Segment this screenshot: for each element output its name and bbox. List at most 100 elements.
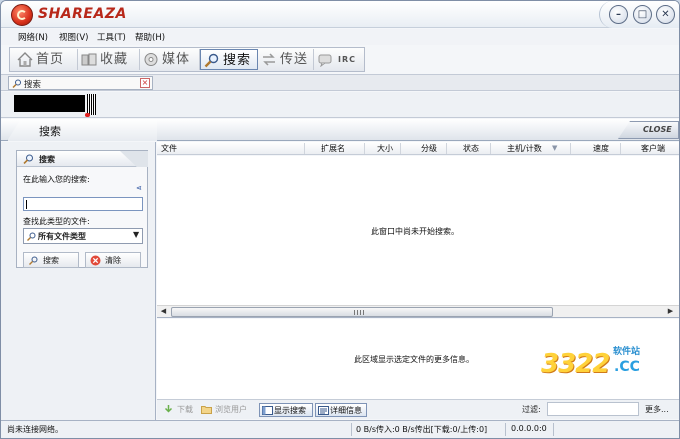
more-filters-button[interactable]: 更多... xyxy=(645,404,669,415)
network-status: 尚未连接网络。 xyxy=(7,425,63,434)
search-form-header-notch xyxy=(120,151,148,167)
ip-address: 0.0.0.0:0 xyxy=(511,424,547,433)
search-icon xyxy=(12,79,21,88)
column-client[interactable]: 客户端 xyxy=(621,143,679,154)
search-window-tab-label: 搜索 xyxy=(24,80,42,90)
status-bar: 尚未连接网络。 0 B/s传入:0 B/s传出[下载:0/上传:0] 0.0.0… xyxy=(1,420,679,438)
column-hosts[interactable]: 主机/计数 xyxy=(491,143,571,154)
query-label: 在此输入您的搜索: xyxy=(23,175,90,184)
media-display[interactable] xyxy=(14,95,85,112)
column-file[interactable]: 文件 xyxy=(157,143,305,154)
search-form-header: 搜索 xyxy=(17,151,148,167)
page-title: 搜索 xyxy=(39,125,61,138)
watermark-logo: 3322 软件站 .CC xyxy=(541,343,671,387)
tab-home-label: 首页 xyxy=(36,52,65,67)
column-extension[interactable]: 扩展名 xyxy=(305,143,365,154)
status-divider xyxy=(351,423,352,436)
clear-icon xyxy=(90,255,101,266)
search-panel-icon xyxy=(262,406,273,415)
irc-icon xyxy=(318,54,332,67)
download-button[interactable]: 下载 xyxy=(163,403,203,417)
library-icon xyxy=(81,53,97,66)
search-button-label: 搜索 xyxy=(43,256,59,265)
close-panel-button[interactable]: CLOSE xyxy=(618,121,679,139)
download-button-label: 下载 xyxy=(177,405,193,414)
minimize-button[interactable]: – xyxy=(609,5,628,24)
search-input[interactable] xyxy=(23,197,143,211)
details-button-label: 详细信息 xyxy=(330,406,362,415)
tab-media[interactable]: 媒体 xyxy=(140,49,200,70)
menu-tools[interactable]: 工具(T) xyxy=(97,31,126,43)
details-icon xyxy=(318,406,329,415)
watermark-site: 软件站 xyxy=(613,347,641,357)
clear-button-label: 清除 xyxy=(105,256,121,265)
search-icon xyxy=(204,53,219,68)
column-rating[interactable]: 分级 xyxy=(401,143,447,154)
tab-search-label: 搜索 xyxy=(223,53,252,68)
nav-toolbar: 首页 收藏 媒体 搜索 传送 IRC xyxy=(9,47,365,72)
results-empty-message: 此窗口中尚未开始搜索。 xyxy=(371,227,459,236)
tab-search[interactable]: 搜索 xyxy=(200,49,258,70)
transfers-icon xyxy=(263,53,275,66)
text-caret xyxy=(26,200,27,209)
search-form: 搜索 在此输入您的搜索: ⋖ 查找此类型的文件: 所有文件类型 ▼ 搜索 清除 xyxy=(16,150,148,268)
menu-view[interactable]: 视图(V) xyxy=(59,31,88,43)
query-options-icon[interactable]: ⋖ xyxy=(136,184,142,192)
clear-button[interactable]: 清除 xyxy=(85,252,141,268)
results-horizontal-scrollbar[interactable]: ◀ ▶ xyxy=(157,305,679,318)
detail-empty-message: 此区域显示选定文件的更多信息。 xyxy=(354,355,474,364)
tab-media-label: 媒体 xyxy=(162,52,191,67)
menu-bar: 网络(N) 视图(V) 工具(T) 帮助(H) xyxy=(1,29,679,45)
media-icon xyxy=(144,53,158,66)
column-status[interactable]: 状态 xyxy=(447,143,491,154)
results-list[interactable]: 此窗口中尚未开始搜索。 xyxy=(157,156,679,305)
maximize-button[interactable]: □ xyxy=(633,5,652,24)
panel-header-tab xyxy=(7,119,157,141)
menu-help[interactable]: 帮助(H) xyxy=(135,31,165,43)
scrollbar-thumb[interactable] xyxy=(171,307,553,317)
browse-user-button[interactable]: 浏览用户 xyxy=(201,403,257,417)
panel-header: 搜索 CLOSE xyxy=(1,119,679,141)
tab-transfers-label: 传送 xyxy=(280,52,309,67)
scroll-left-icon[interactable]: ◀ xyxy=(158,306,169,317)
close-panel-label: CLOSE xyxy=(643,125,672,134)
close-tab-icon[interactable]: × xyxy=(140,78,150,88)
browse-user-button-label: 浏览用户 xyxy=(215,405,247,414)
file-type-select[interactable]: 所有文件类型 ▼ xyxy=(23,228,143,244)
scroll-right-icon[interactable]: ▶ xyxy=(665,306,676,317)
chevron-down-icon: ▼ xyxy=(133,230,140,239)
close-window-button[interactable]: ✕ xyxy=(656,5,675,24)
details-button[interactable]: 详细信息 xyxy=(315,403,367,417)
show-search-button[interactable]: 显示搜索 xyxy=(259,403,313,417)
search-button[interactable]: 搜索 xyxy=(23,252,79,268)
file-type-label: 查找此类型的文件: xyxy=(23,217,90,226)
search-icon xyxy=(23,154,33,164)
status-divider xyxy=(553,423,554,436)
search-window-tab[interactable]: 搜索 × xyxy=(8,76,153,90)
volume-meter xyxy=(87,94,96,115)
results-action-bar: 下载 浏览用户 显示搜索 详细信息 过滤: 更多... xyxy=(157,399,679,419)
tab-home[interactable]: 首页 xyxy=(14,49,78,70)
tab-transfers[interactable]: 传送 xyxy=(258,49,314,70)
download-icon xyxy=(164,405,173,413)
search-sidebar: 搜索 在此输入您的搜索: ⋖ 查找此类型的文件: 所有文件类型 ▼ 搜索 清除 xyxy=(1,142,156,420)
media-status-indicator xyxy=(85,113,90,117)
bandwidth-status: 0 B/s传入:0 B/s传出[下载:0/上传:0] xyxy=(356,425,488,434)
tab-library[interactable]: 收藏 xyxy=(78,49,140,70)
shareaza-logo-icon[interactable] xyxy=(11,4,33,26)
media-bar xyxy=(1,92,679,118)
home-icon xyxy=(17,52,33,67)
watermark-domain: .CC xyxy=(614,359,640,375)
file-type-selected: 所有文件类型 xyxy=(38,232,86,241)
column-speed[interactable]: 速度 xyxy=(571,143,621,154)
column-size[interactable]: 大小 xyxy=(365,143,401,154)
search-icon xyxy=(29,256,38,265)
show-search-button-label: 显示搜索 xyxy=(274,406,306,415)
tab-irc[interactable]: IRC xyxy=(314,49,364,70)
menu-network[interactable]: 网络(N) xyxy=(18,31,48,43)
filter-input[interactable] xyxy=(547,402,639,416)
app-name: SHAREAZA xyxy=(38,6,127,22)
title-bar: SHAREAZA – □ ✕ xyxy=(1,1,679,28)
search-icon xyxy=(27,232,36,241)
window-tab-strip: 搜索 × xyxy=(1,74,679,91)
